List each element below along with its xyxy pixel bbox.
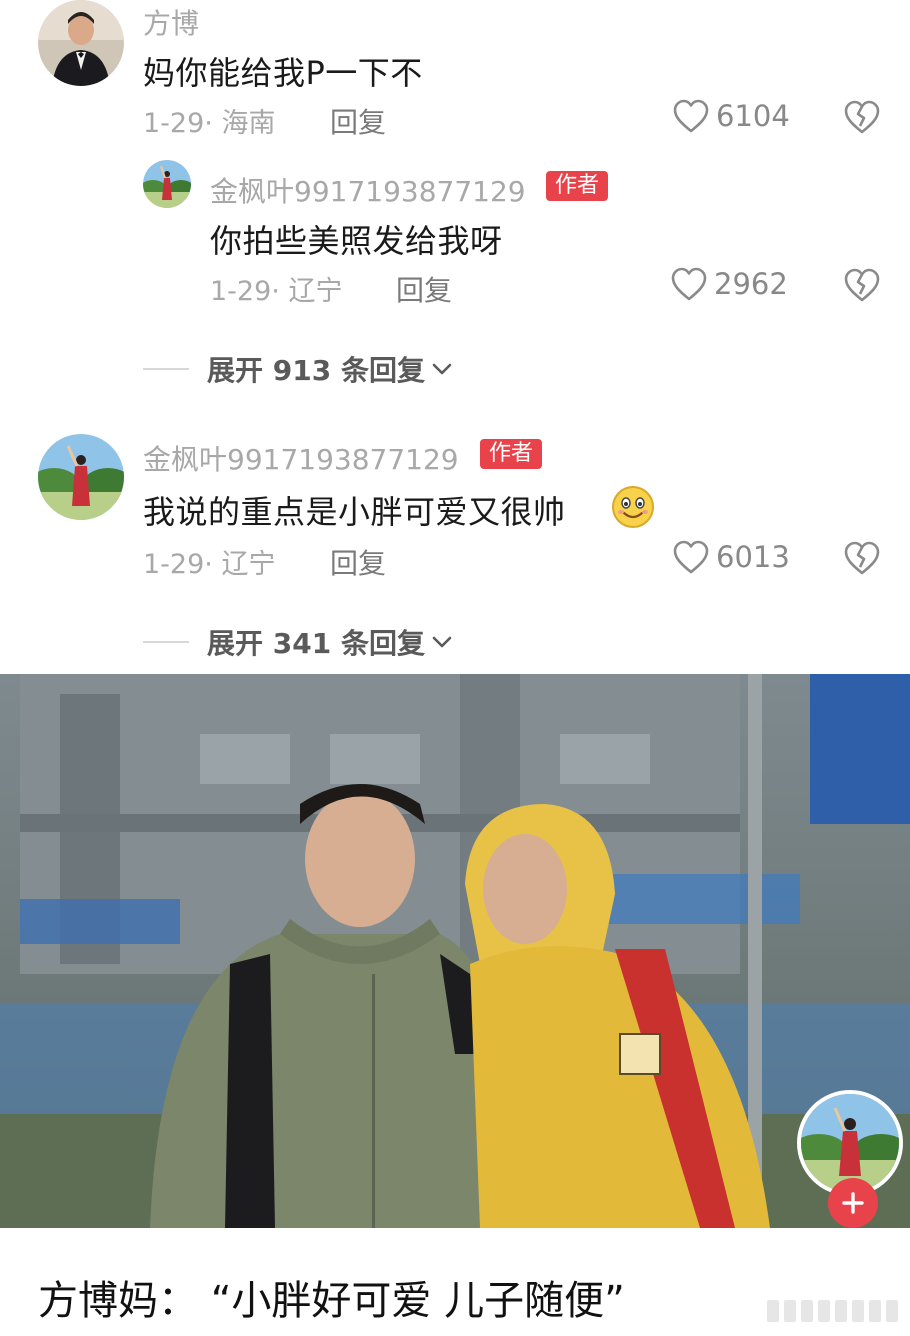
like-count: 2962 <box>714 267 788 301</box>
comment-date: 1-29 <box>143 108 205 139</box>
comment-location: 辽宁 <box>221 549 276 580</box>
like-button[interactable]: 6104 <box>672 98 790 134</box>
divider-line <box>143 641 189 643</box>
reply-button[interactable]: 回复 <box>330 542 386 582</box>
heart-outline-icon <box>673 540 709 574</box>
reply-button[interactable]: 回复 <box>330 101 386 141</box>
dislike-button[interactable] <box>842 266 882 308</box>
reply-text: 你拍些美照发给我呀 <box>210 222 503 260</box>
video-frame-photo <box>0 674 910 1228</box>
comment-meta: 1-29· 辽宁 <box>143 549 276 580</box>
reply-location: 辽宁 <box>288 276 343 307</box>
chevron-down-icon <box>432 363 452 375</box>
comment-author-name[interactable]: 金枫叶9917193877129 <box>143 438 459 478</box>
divider-line <box>143 368 189 370</box>
plus-icon <box>842 1192 864 1214</box>
watermark-mark <box>767 1300 898 1322</box>
avatar-fangbo[interactable] <box>38 0 124 86</box>
caption-text: 方博妈： “小胖好可爱 儿子随便” <box>38 1278 625 1324</box>
reply-meta: 1-29· 辽宁 <box>210 276 343 307</box>
author-badge: 作者 <box>546 171 609 201</box>
like-count: 6104 <box>716 99 790 133</box>
like-button[interactable]: 2962 <box>670 266 788 302</box>
comment-author-name[interactable]: 方博 <box>143 2 199 42</box>
author-badge: 作者 <box>480 439 543 469</box>
comment-meta: 1-29· 海南 <box>143 108 276 139</box>
heart-outline-icon <box>673 99 709 133</box>
dislike-button[interactable] <box>842 98 882 140</box>
broken-heart-icon <box>844 100 880 134</box>
reply-author-name[interactable]: 金枫叶9917193877129 <box>210 170 526 210</box>
expand-replies-label: 展开 913 条回复 <box>207 354 425 387</box>
expand-replies-button[interactable]: 展开 341 条回复 <box>143 622 455 662</box>
avatar-jinfengye[interactable] <box>143 160 191 208</box>
expand-replies-button[interactable]: 展开 913 条回复 <box>143 349 455 389</box>
heart-outline-icon <box>671 267 707 301</box>
comment-location: 海南 <box>221 108 276 139</box>
comment-date: 1-29 <box>143 549 205 580</box>
smiling-face-emoji <box>610 484 656 534</box>
chevron-down-icon <box>432 636 452 648</box>
dislike-button[interactable] <box>842 539 882 581</box>
like-button[interactable]: 6013 <box>672 539 790 575</box>
broken-heart-icon <box>844 541 880 575</box>
broken-heart-icon <box>844 268 880 302</box>
reply-button[interactable]: 回复 <box>396 269 452 309</box>
expand-replies-label: 展开 341 条回复 <box>207 627 425 660</box>
follow-button[interactable] <box>828 1178 878 1228</box>
like-count: 6013 <box>716 540 790 574</box>
comment-text: 妈你能给我P一下不 <box>143 54 423 92</box>
reply-date: 1-29 <box>210 276 272 307</box>
comment-text: 我说的重点是小胖可爱又很帅 <box>143 493 566 531</box>
avatar-jinfengye[interactable] <box>38 434 124 520</box>
